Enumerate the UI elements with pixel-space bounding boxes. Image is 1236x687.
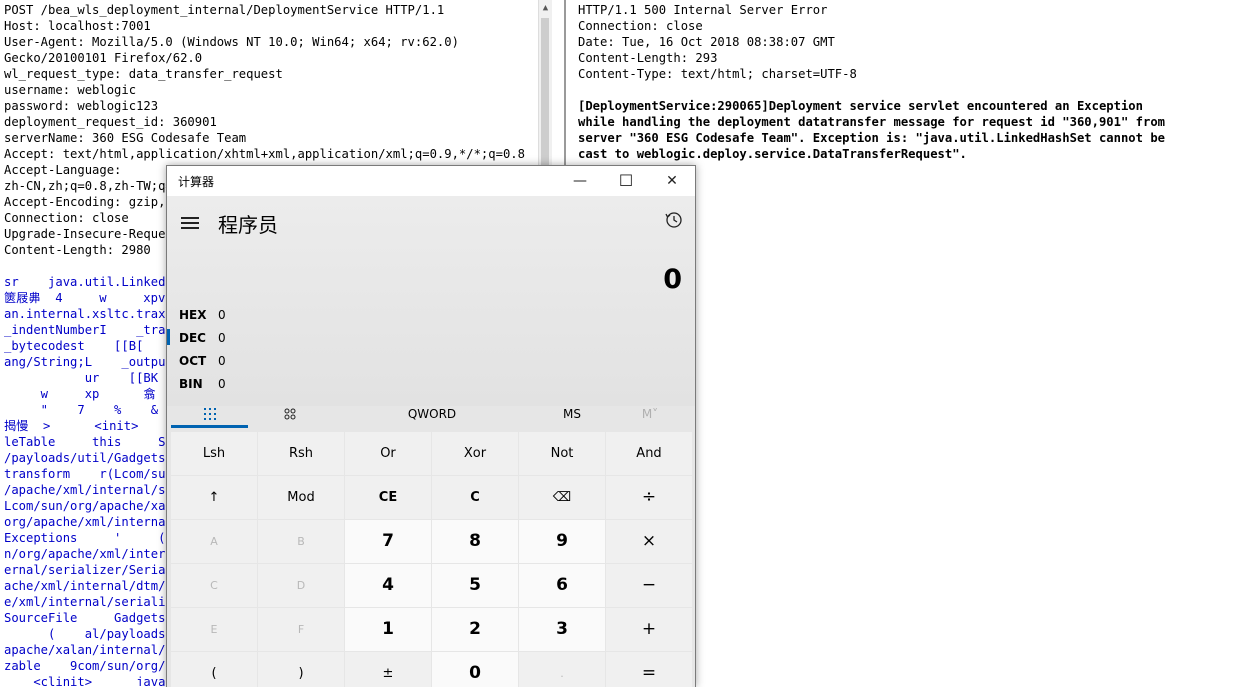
- request-line: POST /bea_wls_deployment_internal/Deploy…: [4, 3, 445, 17]
- base-name: DEC: [179, 331, 206, 345]
- key-6[interactable]: 6: [519, 564, 605, 607]
- request-line: Gecko/20100101 Firefox/62.0: [4, 51, 203, 65]
- history-icon[interactable]: [665, 211, 683, 229]
- calculator-display-area: 程序员 0 HEX 0 DEC 0 OCT 0 BIN 0: [167, 196, 695, 406]
- key-8[interactable]: 8: [432, 520, 518, 563]
- key-lsh[interactable]: Lsh: [171, 432, 257, 475]
- base-row-oct[interactable]: OCT 0: [167, 350, 695, 372]
- response-header-line: HTTP/1.1 500 Internal Server Error: [578, 3, 828, 17]
- key-c[interactable]: C: [171, 564, 257, 607]
- hamburger-menu-icon[interactable]: [181, 214, 199, 232]
- base-row-dec[interactable]: DEC 0: [167, 327, 695, 349]
- request-line: serverName: 360 ESG Codesafe Team: [4, 131, 247, 145]
- request-line: Accept: text/html,application/xhtml+xml,…: [4, 147, 525, 161]
- maximize-button[interactable]: ☐: [603, 166, 649, 196]
- request-line: deployment_request_id: 360901: [4, 115, 217, 129]
- key-0[interactable]: 0: [432, 652, 518, 687]
- base-value: 0: [218, 331, 226, 345]
- response-header-line: Content-Type: text/html; charset=UTF-8: [578, 67, 857, 81]
- window-title: 计算器: [178, 175, 215, 189]
- response-body-line: cast to weblogic.deploy.service.DataTran…: [578, 147, 967, 161]
- key-7[interactable]: 7: [345, 520, 431, 563]
- key-shift-up[interactable]: ↑: [171, 476, 257, 519]
- key-rsh[interactable]: Rsh: [258, 432, 344, 475]
- key-d[interactable]: D: [258, 564, 344, 607]
- key-equals[interactable]: =: [606, 652, 692, 687]
- key-not[interactable]: Not: [519, 432, 605, 475]
- key-xor[interactable]: Xor: [432, 432, 518, 475]
- calculator-window[interactable]: 计算器 — ☐ ✕ 程序员 0 HEX0DEC0OCT0BIN0: [166, 165, 696, 687]
- key-close-paren[interactable]: ): [258, 652, 344, 687]
- close-button[interactable]: ✕: [649, 166, 695, 196]
- scrollbar-thumb[interactable]: [541, 18, 549, 168]
- calculator-titlebar[interactable]: 计算器 — ☐ ✕: [167, 166, 695, 196]
- request-line: username: weblogic: [4, 83, 137, 97]
- key-2[interactable]: 2: [432, 608, 518, 651]
- key-backspace[interactable]: ⌫: [519, 476, 605, 519]
- active-keypad-indicator: [171, 425, 248, 428]
- key-f[interactable]: F: [258, 608, 344, 651]
- scroll-up-arrow-icon[interactable]: ▲: [539, 0, 552, 16]
- base-name: OCT: [179, 354, 207, 368]
- key-decimal[interactable]: .: [519, 652, 605, 687]
- display-value: 0: [663, 264, 682, 295]
- response-body-line: [DeploymentService:290065]Deployment ser…: [578, 99, 1143, 113]
- request-line: Host: localhost:7001: [4, 19, 151, 33]
- base-value: 0: [218, 308, 226, 322]
- key-or[interactable]: Or: [345, 432, 431, 475]
- bit-toggling-keypad-icon[interactable]: [257, 402, 323, 430]
- key-e[interactable]: E: [171, 608, 257, 651]
- request-line: password: weblogic123: [4, 99, 159, 113]
- response-header-line: Connection: close: [578, 19, 703, 33]
- active-base-indicator: [167, 329, 170, 345]
- key-ce[interactable]: CE: [345, 476, 431, 519]
- base-value: 0: [218, 377, 226, 391]
- key-a[interactable]: A: [171, 520, 257, 563]
- key-9[interactable]: 9: [519, 520, 605, 563]
- key-multiply[interactable]: ×: [606, 520, 692, 563]
- response-header-line: Date: Tue, 16 Oct 2018 08:38:07 GMT: [578, 35, 835, 49]
- key-divide[interactable]: ÷: [606, 476, 692, 519]
- base-row-hex[interactable]: HEX 0: [167, 304, 695, 326]
- word-size-button[interactable]: QWORD: [387, 402, 477, 430]
- minimize-button[interactable]: —: [557, 166, 603, 196]
- key-add[interactable]: +: [606, 608, 692, 651]
- response-body: [DeploymentService:290065]Deployment ser…: [578, 98, 1165, 162]
- key-4[interactable]: 4: [345, 564, 431, 607]
- response-header-line: Content-Length: 293: [578, 51, 718, 65]
- key-c[interactable]: C: [432, 476, 518, 519]
- mode-title: 程序员: [218, 213, 278, 237]
- memory-store-button[interactable]: MS: [547, 402, 597, 430]
- key-open-paren[interactable]: (: [171, 652, 257, 687]
- key-subtract[interactable]: −: [606, 564, 692, 607]
- request-line: wl_request_type: data_transfer_request: [4, 67, 283, 81]
- response-body-line: server "360 ESG Codesafe Team". Exceptio…: [578, 131, 1165, 145]
- memory-list-button[interactable]: M˅: [627, 402, 673, 430]
- key-negate[interactable]: ±: [345, 652, 431, 687]
- key-1[interactable]: 1: [345, 608, 431, 651]
- base-name: BIN: [179, 377, 203, 391]
- key-5[interactable]: 5: [432, 564, 518, 607]
- key-b[interactable]: B: [258, 520, 344, 563]
- base-value: 0: [218, 354, 226, 368]
- key-mod[interactable]: Mod: [258, 476, 344, 519]
- base-name: HEX: [179, 308, 207, 322]
- response-headers: HTTP/1.1 500 Internal Server Error Connec…: [578, 2, 857, 82]
- key-and[interactable]: And: [606, 432, 692, 475]
- request-line: User-Agent: Mozilla/5.0 (Windows NT 10.0…: [4, 35, 459, 49]
- response-body-line: while handling the deployment datatransf…: [578, 115, 1165, 129]
- base-row-bin[interactable]: BIN 0: [167, 373, 695, 395]
- key-3[interactable]: 3: [519, 608, 605, 651]
